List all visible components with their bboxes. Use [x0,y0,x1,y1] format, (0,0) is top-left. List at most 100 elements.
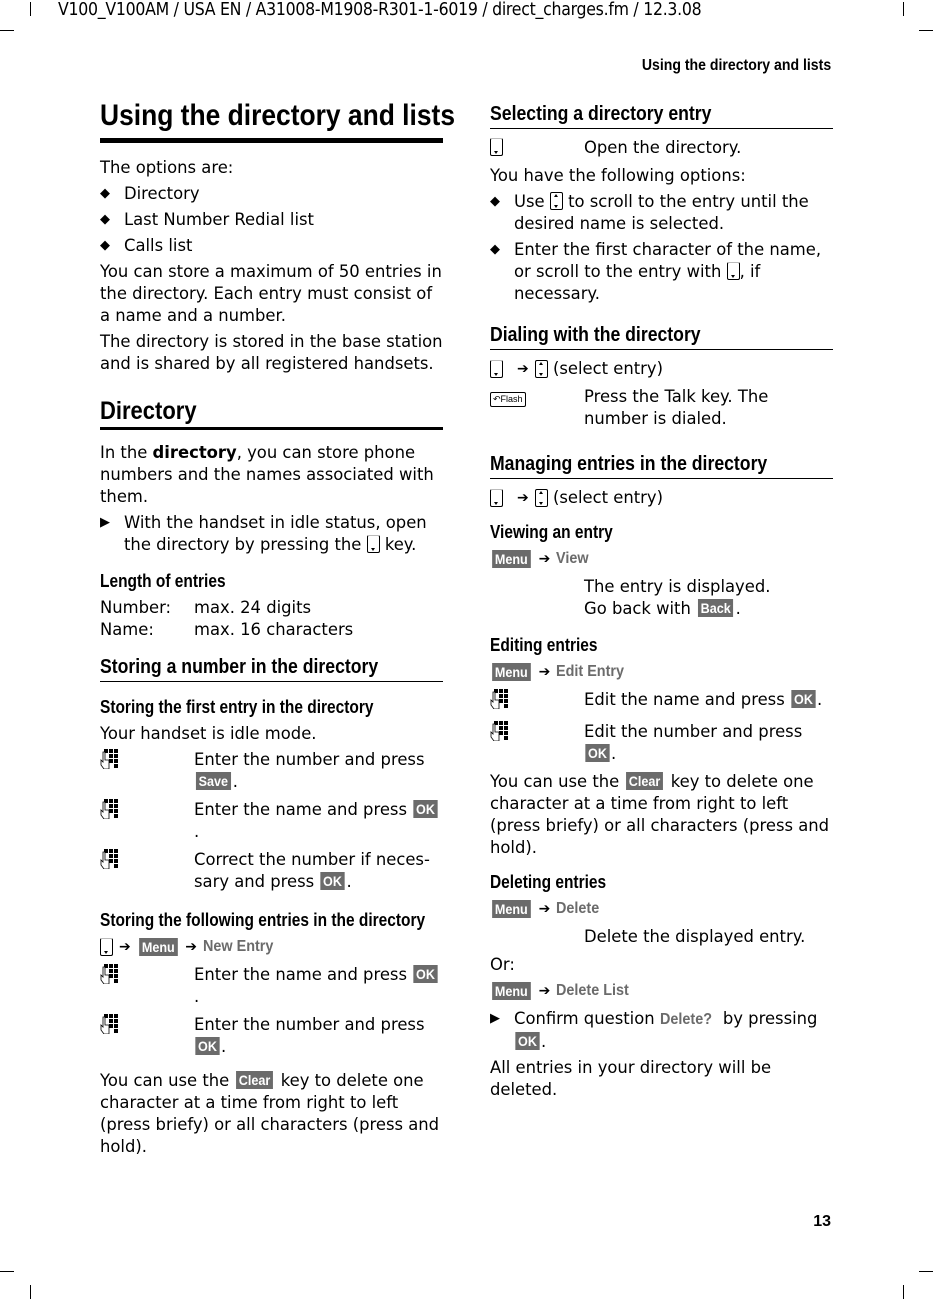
ok-softkey: OK [195,1037,220,1055]
subsection-heading-block: Storing a number in the directory [100,653,443,682]
page-title: Using the directory and lists [100,99,456,132]
arrow-right-icon: ➔ [185,939,198,955]
keypad-icon [100,849,118,869]
page-number: 13 [813,1213,831,1230]
up-down-key-icon [534,360,548,378]
navigation-path: Menu ➔ Delete [490,898,833,920]
crop-mark [903,2,904,16]
keypad-icon [490,689,508,709]
length-row: Number: max. 24 digits [100,598,312,617]
keypad-icon [100,964,118,984]
crop-mark [919,30,933,31]
paragraph: You can use the Clear key to delete one … [100,1071,440,1156]
menu-softkey: Menu [492,663,531,681]
menu-softkey: Menu [492,900,531,918]
navigation-path: ➔ (select entry) [490,358,833,380]
subheading: Viewing an entry [490,522,613,542]
ok-softkey: OK [320,872,346,890]
menu-softkey: Menu [492,550,531,568]
ok-softkey: OK [791,690,816,708]
keypad-icon [490,721,508,741]
menu-item-label: View [556,550,589,567]
navigation-path: Menu ➔ View [490,548,833,570]
clear-softkey: Clear [626,772,664,790]
menu-softkey: Menu [492,982,531,1000]
arrow-right-icon: ➔ [517,361,529,377]
length-row: Name: max. 16 characters [100,620,354,639]
menu-item-label: Delete [556,900,600,917]
navigation-path: Menu ➔ Edit Entry [490,661,833,683]
crop-mark [0,30,14,31]
paragraph: The directory is stored in the base stat… [100,332,443,373]
options-intro: The options are: [100,158,234,177]
title-block: Using the directory and lists [100,96,456,143]
up-down-key-icon [549,192,563,210]
directory-key-icon [100,938,113,956]
list-item: ◆ Last Number Redial list [100,210,314,229]
subheading: Deleting entries [490,872,607,892]
step-row: Enter the name and press OK. [100,964,443,1008]
step-row: Edit the number and press OK. [490,721,833,765]
clear-softkey: Clear [236,1071,274,1089]
keypad-icon [100,799,118,819]
list-item: ◆ Enter the first character of the name, … [490,240,822,303]
crop-mark [919,1271,933,1272]
menu-item-label: Delete? [659,1011,712,1028]
menu-item-label: Edit Entry [556,663,625,680]
crop-mark [30,1285,31,1299]
directory-key-icon [490,360,503,378]
diamond-bullet-icon: ◆ [100,238,110,253]
arrow-right-icon: ➔ [538,983,551,999]
subsection-heading-block: Managing entries in the directory [490,450,833,479]
crop-mark [903,1285,904,1299]
arrow-right-icon: ➔ [538,551,551,567]
paragraph: Or: [490,955,515,974]
navigation-path: ➔ (select entry) [490,487,833,509]
menu-item-label: Delete List [556,982,630,999]
menu-item-label: New Entry [203,938,274,955]
directory-key-icon [366,535,380,553]
running-head: Using the directory and lists [641,57,831,74]
step-row: Enter the number and press Save. [100,749,443,793]
back-softkey: Back [698,599,734,617]
up-down-key-icon [534,489,548,507]
list-item: ◆ Use to scroll to the entry until the de… [490,192,809,233]
ok-softkey: OK [515,1032,540,1050]
step-row: ↶Flash Press the Talk key. The number is… [490,386,833,430]
paragraph: Your handset is idle mode. [100,724,317,743]
arrow-right-icon: ➔ [119,939,131,955]
diamond-bullet-icon: ◆ [100,212,110,227]
ok-softkey: OK [585,744,610,762]
keypad-icon [100,749,118,769]
paragraph: You can store a maximum of 50 entries in… [100,262,442,325]
list-item: ◆ Calls list [100,236,193,255]
step-row: Open the directory. [490,137,833,159]
left-column: Using the directory and lists The option… [100,96,456,1162]
subsection-heading-block: Selecting a directory entry [490,100,833,129]
step-row: The entry is displayed. Go back with Back… [584,577,771,618]
paragraph: You can use the Clear key to delete one … [490,772,830,857]
document-meta: V100_V100AM / USA EN / A31008-M1908-R301… [58,0,702,20]
ok-softkey: OK [413,965,438,983]
paragraph: All entries in your directory will be de… [490,1058,772,1099]
step-row: Edit the name and press OK. [490,689,833,715]
step-row: Correct the number if neces-sary and pre… [100,849,443,893]
directory-key-icon [726,262,740,280]
step-row: Enter the name and press OK. [100,799,443,843]
section-heading-block: Directory [100,395,443,430]
crop-mark [0,1271,14,1272]
subsection-heading-block: Dialing with the directory [490,321,833,350]
triangle-bullet-icon: ▶ [490,1011,500,1026]
directory-key-icon [490,489,503,507]
step-row: Delete the displayed entry. [584,927,806,946]
subsection-heading: Storing a number in the directory [100,655,379,678]
step-row: Enter the number and press OK. [100,1014,443,1058]
crop-mark [30,2,31,16]
subheading: Editing entries [490,635,598,655]
save-softkey: Save [195,772,231,790]
subsection-heading: Managing entries in the directory [490,452,768,475]
subheading: Storing the first entry in the directory [100,697,374,717]
ok-softkey: OK [413,800,438,818]
list-item: ◆ Directory [100,184,200,203]
paragraph: You have the following options: [490,166,746,185]
